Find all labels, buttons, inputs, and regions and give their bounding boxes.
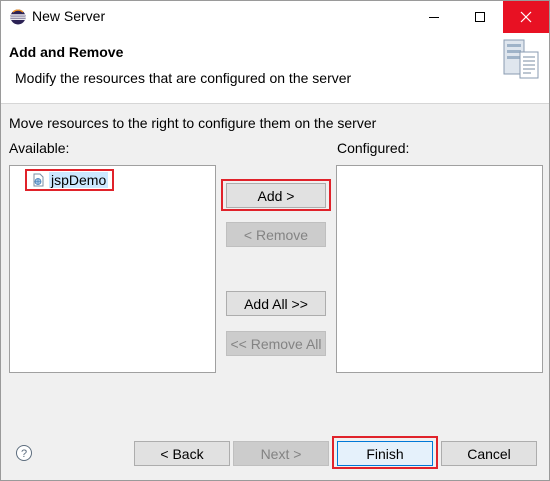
new-server-dialog: New Server Add and Remove Modify the res… xyxy=(0,0,550,481)
window-title: New Server xyxy=(32,8,106,24)
jspdemo-item-label: jspDemo xyxy=(49,172,109,188)
wizard-header: Add and Remove Modify the resources that… xyxy=(1,33,549,104)
eclipse-logo-icon xyxy=(10,9,26,25)
configured-list[interactable] xyxy=(336,165,543,373)
web-project-icon xyxy=(33,173,44,187)
minimize-button[interactable] xyxy=(411,1,457,33)
next-button[interactable]: Next > xyxy=(233,441,329,466)
list-item[interactable]: jspDemo xyxy=(25,169,115,191)
finish-button[interactable]: Finish xyxy=(337,441,433,466)
server-wizard-icon xyxy=(503,39,539,79)
close-icon xyxy=(520,11,532,23)
title-bar[interactable]: New Server xyxy=(1,1,549,33)
minimize-icon xyxy=(429,17,439,18)
remove-button[interactable]: < Remove xyxy=(226,222,326,247)
available-list[interactable]: jspDemo xyxy=(9,165,216,373)
instruction-text: Move resources to the right to configure… xyxy=(9,115,377,131)
close-button[interactable] xyxy=(503,1,549,33)
remove-all-button[interactable]: << Remove All xyxy=(226,331,326,356)
cancel-button[interactable]: Cancel xyxy=(441,441,537,466)
available-label: Available: xyxy=(9,140,70,156)
back-button[interactable]: < Back xyxy=(134,441,230,466)
add-all-button[interactable]: Add All >> xyxy=(226,291,326,316)
add-button[interactable]: Add > xyxy=(226,183,326,208)
help-icon[interactable]: ? xyxy=(15,444,33,462)
page-description: Modify the resources that are configured… xyxy=(15,70,352,86)
page-title: Add and Remove xyxy=(9,44,124,60)
configured-label: Configured: xyxy=(337,140,410,156)
svg-text:?: ? xyxy=(21,448,27,460)
maximize-icon xyxy=(475,12,485,22)
maximize-button[interactable] xyxy=(457,1,503,33)
